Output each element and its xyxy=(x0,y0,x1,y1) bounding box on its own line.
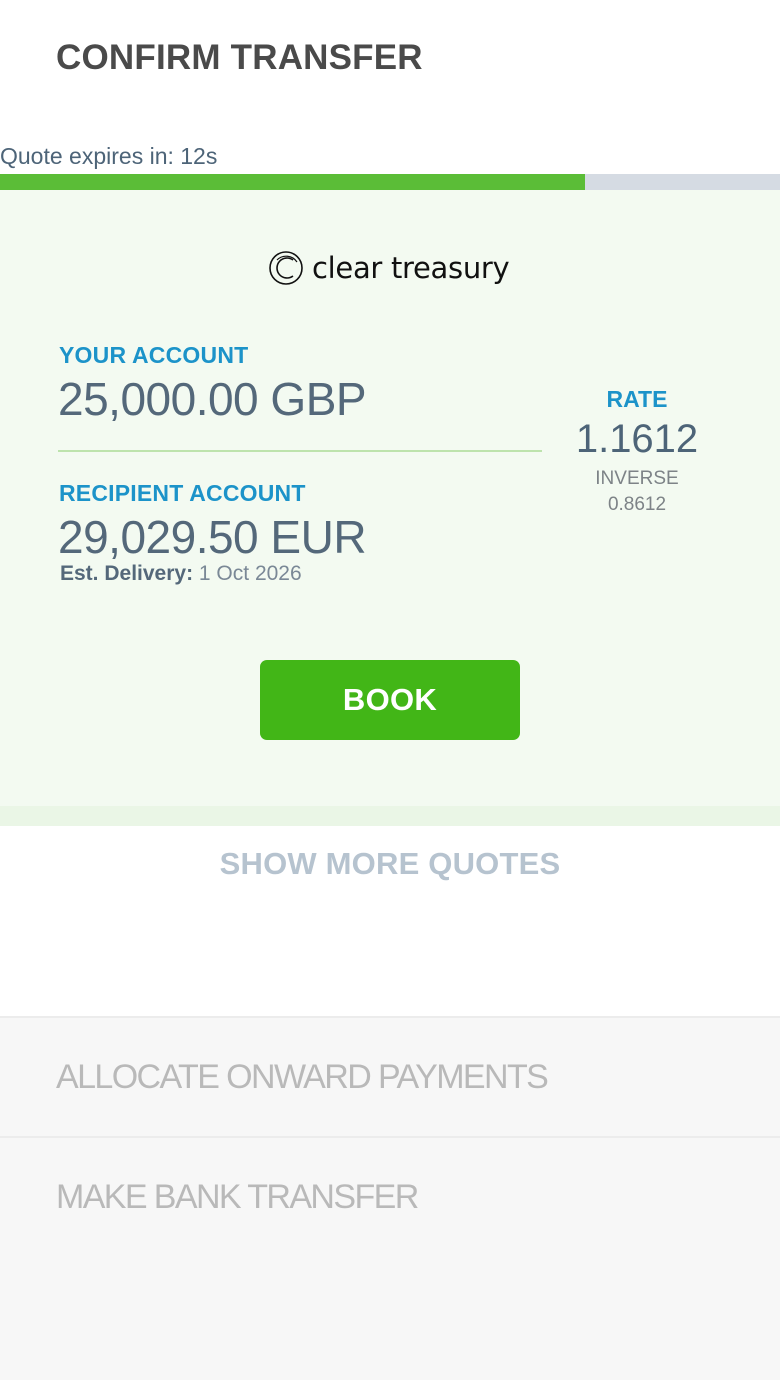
recipient-account-amount: 29,029.50 EUR xyxy=(58,511,367,563)
next-steps-list: ALLOCATE ONWARD PAYMENTS MAKE BANK TRANS… xyxy=(0,1016,780,1380)
estimated-delivery: Est. Delivery: 1 Oct 2026 xyxy=(60,562,302,586)
step-label: MAKE BANK TRANSFER xyxy=(56,1178,419,1216)
brand-name: clear treasury xyxy=(312,251,510,285)
page-title: CONFIRM TRANSFER xyxy=(56,38,423,77)
quote-panel: clear treasury YOUR ACCOUNT 25,000.00 GB… xyxy=(0,190,780,806)
account-divider xyxy=(58,450,542,452)
inverse-rate-label: INVERSE xyxy=(595,468,679,489)
estimated-delivery-value: 1 Oct 2026 xyxy=(198,562,302,585)
quote-expiry-progress-bar xyxy=(0,174,780,190)
rate-value: 1.1612 xyxy=(575,417,699,461)
book-button[interactable]: BOOK xyxy=(260,660,520,740)
step-make-bank-transfer[interactable]: MAKE BANK TRANSFER xyxy=(0,1138,780,1258)
show-more-quotes-link[interactable]: SHOW MORE QUOTES xyxy=(0,846,780,882)
recipient-account-label: RECIPIENT ACCOUNT xyxy=(59,480,306,506)
your-account-amount: 25,000.00 GBP xyxy=(58,373,367,425)
your-account-label: YOUR ACCOUNT xyxy=(59,342,249,368)
clear-treasury-logo-icon xyxy=(269,251,303,285)
rate-block: RATE 1.1612 INVERSE 0.8612 xyxy=(556,386,718,516)
rate-label: RATE xyxy=(606,386,668,412)
step-label: ALLOCATE ONWARD PAYMENTS xyxy=(56,1058,549,1096)
quote-expiry-progress-fill xyxy=(0,174,585,190)
step-allocate-onward-payments[interactable]: ALLOCATE ONWARD PAYMENTS xyxy=(0,1018,780,1138)
panel-bottom-strip xyxy=(0,806,780,826)
brand-logo: clear treasury xyxy=(268,250,510,286)
quote-expiry-text: Quote expires in: 12s xyxy=(0,143,218,169)
inverse-rate-value: 0.8612 xyxy=(607,494,667,515)
estimated-delivery-label: Est. Delivery: xyxy=(60,562,194,585)
